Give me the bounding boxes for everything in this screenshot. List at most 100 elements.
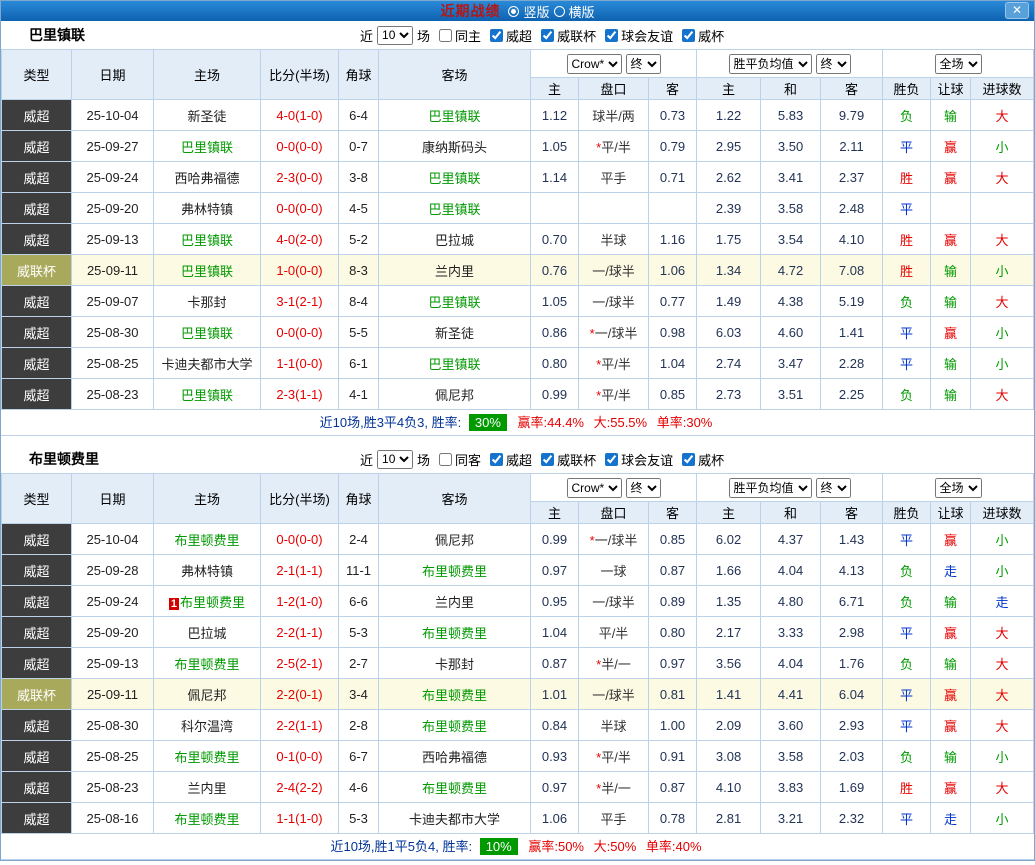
league-checkbox[interactable] (605, 29, 618, 42)
cell-league-type: 威超 (2, 741, 72, 772)
radio-horizontal-layout[interactable] (554, 6, 565, 17)
bookmaker-select[interactable]: Crow* (567, 478, 622, 498)
recent-count-select[interactable]: 10 (377, 450, 413, 469)
league-checkbox[interactable] (541, 29, 554, 42)
col-result: 胜负 (883, 502, 931, 524)
cell-mean-draw: 3.58 (761, 193, 821, 224)
cell-mean-away: 2.03 (821, 741, 883, 772)
cell-handicap-line: *半/一 (579, 648, 649, 679)
cell-handicap-line: 平/半 (579, 617, 649, 648)
fulltime-select[interactable]: 全场 (935, 478, 982, 498)
cell-league-type: 威超 (2, 100, 72, 131)
col-mean-draw: 和 (761, 78, 821, 100)
games-label: 场 (417, 450, 430, 469)
cell-mean-home: 1.41 (697, 679, 761, 710)
away-team-name: 布里顿费里 (422, 781, 487, 796)
cell-mean-away: 2.98 (821, 617, 883, 648)
filter-bar: 近 10 场 同客 威超 威联杯 球会友谊 威杯 (359, 450, 725, 469)
fulltime-select[interactable]: 全场 (935, 54, 982, 74)
home-team-name: 布里顿费里 (174, 533, 239, 548)
odds-period-select[interactable]: 终 (626, 478, 661, 498)
panel-title: 近期战绩 (440, 1, 500, 21)
cell-home-team: 巴拉城 (154, 617, 261, 648)
match-row: 威超25-09-07卡那封3-1(2-1)8-4巴里镇联1.05一/球半0.77… (2, 286, 1034, 317)
recent-count-select[interactable]: 10 (377, 26, 413, 45)
cell-mean-away: 2.48 (821, 193, 883, 224)
cell-home-team: 卡那封 (154, 286, 261, 317)
cell-away-team: 巴里镇联 (379, 193, 531, 224)
summary-bar: 近10场,胜3平4负3, 胜率: 30% 赢率:44.4% 大:55.5% 单率… (1, 410, 1034, 436)
cell-handicap-result: 输 (931, 255, 971, 286)
league-checkbox[interactable] (682, 29, 695, 42)
cell-score: 0-0(0-0) (261, 524, 339, 555)
cell-handicap-result: 输 (931, 648, 971, 679)
cell-result: 胜 (883, 162, 931, 193)
cell-handicap-line: *一/球半 (579, 317, 649, 348)
radio-vertical-layout[interactable] (508, 6, 519, 17)
cell-home-team: 卡迪夫都市大学 (154, 348, 261, 379)
away-team-name: 布里顿费里 (422, 626, 487, 641)
home-team-name: 弗林特镇 (181, 564, 233, 579)
cell-handicap-line: 半球 (579, 224, 649, 255)
cell-score: 2-3(0-0) (261, 162, 339, 193)
cell-date: 25-09-28 (72, 555, 154, 586)
away-team-name: 巴里镇联 (428, 357, 480, 372)
league-checkbox[interactable] (682, 453, 695, 466)
cell-score: 0-0(0-0) (261, 193, 339, 224)
match-row: 威超25-10-04新圣徒4-0(1-0)6-4巴里镇联1.12球半/两0.73… (2, 100, 1034, 131)
close-icon[interactable]: ✕ (1005, 2, 1029, 19)
cell-mean-home: 2.81 (697, 803, 761, 834)
cell-away-team: 佩尼邦 (379, 379, 531, 410)
cell-odds-home: 1.05 (531, 131, 579, 162)
cell-odds-away: 0.87 (649, 555, 697, 586)
table-header: 类型 日期 主场 比分(半场) 角球 客场 Crow* 终 胜平负均值 (2, 50, 1034, 100)
away-team-name: 巴拉城 (435, 233, 474, 248)
cell-result: 平 (883, 193, 931, 224)
league-checkbox[interactable] (490, 453, 503, 466)
league-label: 威超 (506, 26, 532, 45)
cell-date: 25-08-30 (72, 710, 154, 741)
mean-type-select[interactable]: 胜平负均值 (729, 54, 812, 74)
col-date: 日期 (72, 474, 154, 524)
cell-home-team: 布里顿费里 (154, 803, 261, 834)
league-checkbox[interactable] (490, 29, 503, 42)
cell-odds-home: 0.86 (531, 317, 579, 348)
cell-mean-draw: 4.60 (761, 317, 821, 348)
cell-mean-away: 1.69 (821, 772, 883, 803)
cell-home-team: 巴里镇联 (154, 317, 261, 348)
cell-mean-home: 1.35 (697, 586, 761, 617)
cell-score: 2-2(1-1) (261, 710, 339, 741)
mean-period-select[interactable]: 终 (816, 478, 851, 498)
cell-score: 1-1(1-0) (261, 803, 339, 834)
cell-odds-away: 1.16 (649, 224, 697, 255)
cell-date: 25-08-16 (72, 803, 154, 834)
cell-handicap-line: 平手 (579, 162, 649, 193)
away-team-name: 卡那封 (435, 657, 474, 672)
cell-result: 平 (883, 317, 931, 348)
cell-away-team: 巴里镇联 (379, 100, 531, 131)
cell-league-type: 威超 (2, 131, 72, 162)
bookmaker-select[interactable]: Crow* (567, 54, 622, 74)
same-venue-checkbox[interactable] (439, 453, 452, 466)
cell-odds-away: 1.00 (649, 710, 697, 741)
cell-handicap-result: 赢 (931, 131, 971, 162)
mean-type-select[interactable]: 胜平负均值 (729, 478, 812, 498)
col-goals: 进球数 (971, 78, 1034, 100)
layout-radio-group: 竖版 横版 (508, 2, 594, 21)
odds-period-select[interactable]: 终 (626, 54, 661, 74)
match-row: 威超25-10-04布里顿费里0-0(0-0)2-4佩尼邦0.99*一/球半0.… (2, 524, 1034, 555)
match-row: 威超25-08-23兰内里2-4(2-2)4-6布里顿费里0.97*半/一0.8… (2, 772, 1034, 803)
radio-vertical-label: 竖版 (523, 2, 549, 21)
mean-period-select[interactable]: 终 (816, 54, 851, 74)
cell-mean-home: 3.56 (697, 648, 761, 679)
same-venue-checkbox[interactable] (439, 29, 452, 42)
cell-home-team: 布里顿费里 (154, 741, 261, 772)
league-checkbox[interactable] (605, 453, 618, 466)
away-team-name: 巴里镇联 (428, 109, 480, 124)
cell-result: 平 (883, 803, 931, 834)
cell-league-type: 威超 (2, 617, 72, 648)
cell-mean-home: 2.09 (697, 710, 761, 741)
cell-goals-result: 小 (971, 741, 1034, 772)
league-checkbox[interactable] (541, 453, 554, 466)
cell-home-team: 布里顿费里 (154, 648, 261, 679)
